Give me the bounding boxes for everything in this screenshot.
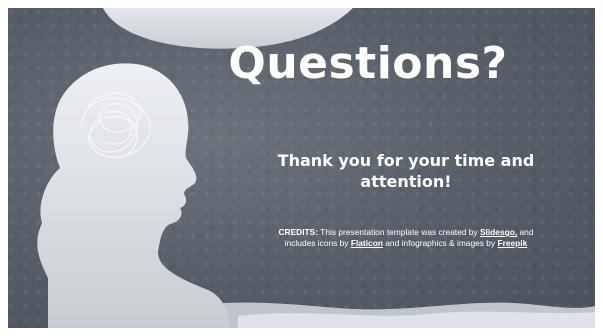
credits-text-3: and infographics & images by xyxy=(385,238,496,248)
page-title: Questions? xyxy=(228,38,508,89)
credits-text: CREDITS: This presentation template was … xyxy=(278,227,534,249)
slidesgo-link[interactable]: Slidesgo, xyxy=(480,227,517,237)
head-silhouette-icon xyxy=(37,63,230,328)
credits-text-1: This presentation template was created b… xyxy=(320,227,478,237)
slide: Questions? Thank you for your time and a… xyxy=(8,8,595,328)
freepik-link[interactable]: Freepik xyxy=(497,238,527,248)
credits-label: CREDITS: xyxy=(278,227,319,237)
flaticon-link[interactable]: Flaticon xyxy=(351,238,383,248)
thank-you-text: Thank you for your time and attention! xyxy=(277,151,535,191)
